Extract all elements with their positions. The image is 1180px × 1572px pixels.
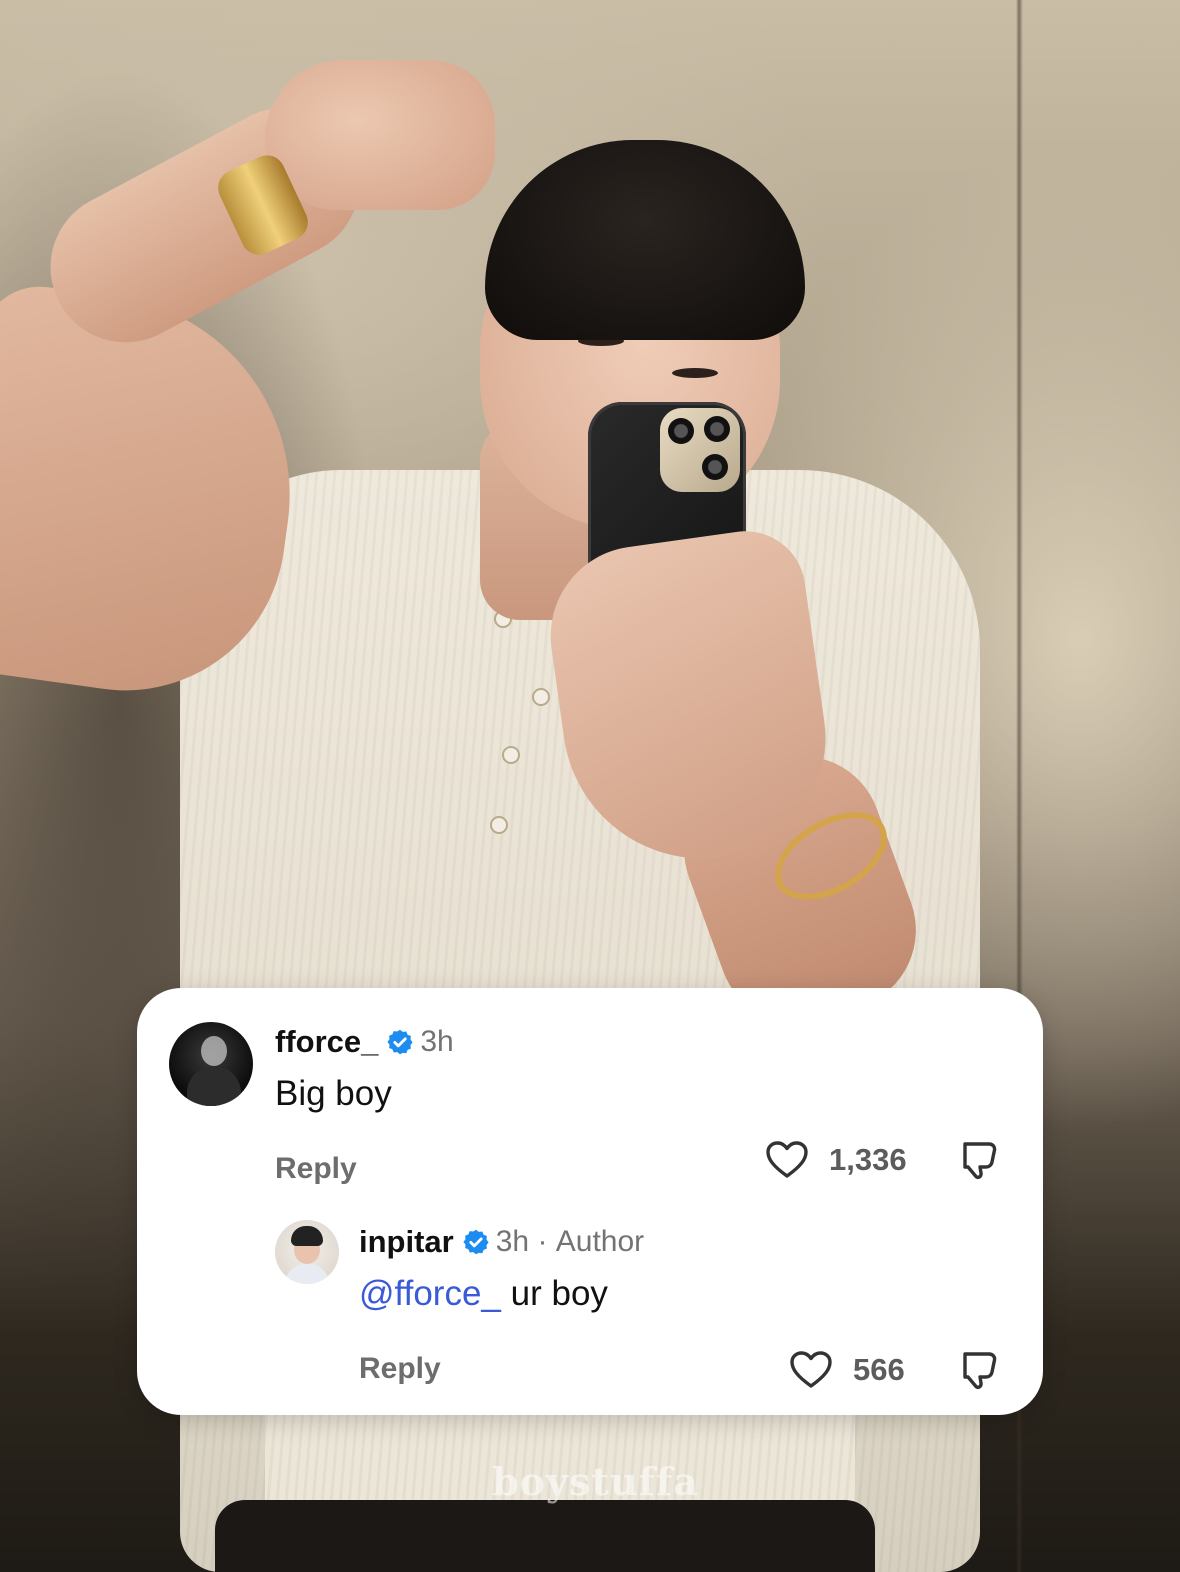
eye: [672, 368, 718, 378]
heart-icon[interactable]: [765, 1140, 809, 1180]
comment-card: fforce_ 3h Big boy Reply 1,336 inpitar 3…: [137, 988, 1043, 1415]
comment-text: @fforce_ ur boy: [359, 1274, 608, 1314]
avatar-head: [201, 1036, 227, 1066]
username[interactable]: inpitar: [359, 1224, 454, 1260]
avatar[interactable]: [169, 1022, 253, 1106]
watermark: boystuffa: [492, 1459, 699, 1504]
meta-separator: ·: [529, 1225, 556, 1258]
mention-link[interactable]: @fforce_: [359, 1274, 501, 1313]
comment-time: 3h: [495, 1225, 530, 1258]
shirt-button: [490, 816, 508, 834]
reply-button[interactable]: Reply: [359, 1352, 441, 1386]
comment-header: inpitar 3h · Author: [359, 1224, 644, 1260]
like-count: 1,336: [829, 1142, 907, 1177]
comment-time: 3h: [420, 1025, 454, 1058]
avatar-hair: [291, 1226, 323, 1246]
hand-in-hair: [265, 60, 495, 210]
verified-badge-icon: [463, 1229, 489, 1255]
dislike-icon[interactable]: [959, 1348, 999, 1392]
comment-header: fforce_ 3h: [275, 1024, 454, 1060]
avatar-body: [187, 1066, 241, 1106]
camera-lens: [704, 416, 730, 442]
avatar[interactable]: [275, 1220, 339, 1284]
shirt-button: [502, 746, 520, 764]
camera-module: [660, 408, 740, 492]
avatar-body: [285, 1264, 329, 1284]
camera-lens: [702, 454, 728, 480]
shirt-button: [532, 688, 550, 706]
username[interactable]: fforce_: [275, 1024, 378, 1060]
comment-text: Big boy: [275, 1074, 392, 1113]
like-count: 566: [853, 1352, 905, 1387]
verified-badge-icon: [387, 1029, 413, 1055]
author-tag: Author: [555, 1225, 645, 1258]
dislike-icon[interactable]: [959, 1138, 999, 1182]
camera-lens: [668, 418, 694, 444]
reply-button[interactable]: Reply: [275, 1152, 357, 1186]
heart-icon[interactable]: [789, 1350, 833, 1390]
comment-body: ur boy: [500, 1274, 608, 1313]
